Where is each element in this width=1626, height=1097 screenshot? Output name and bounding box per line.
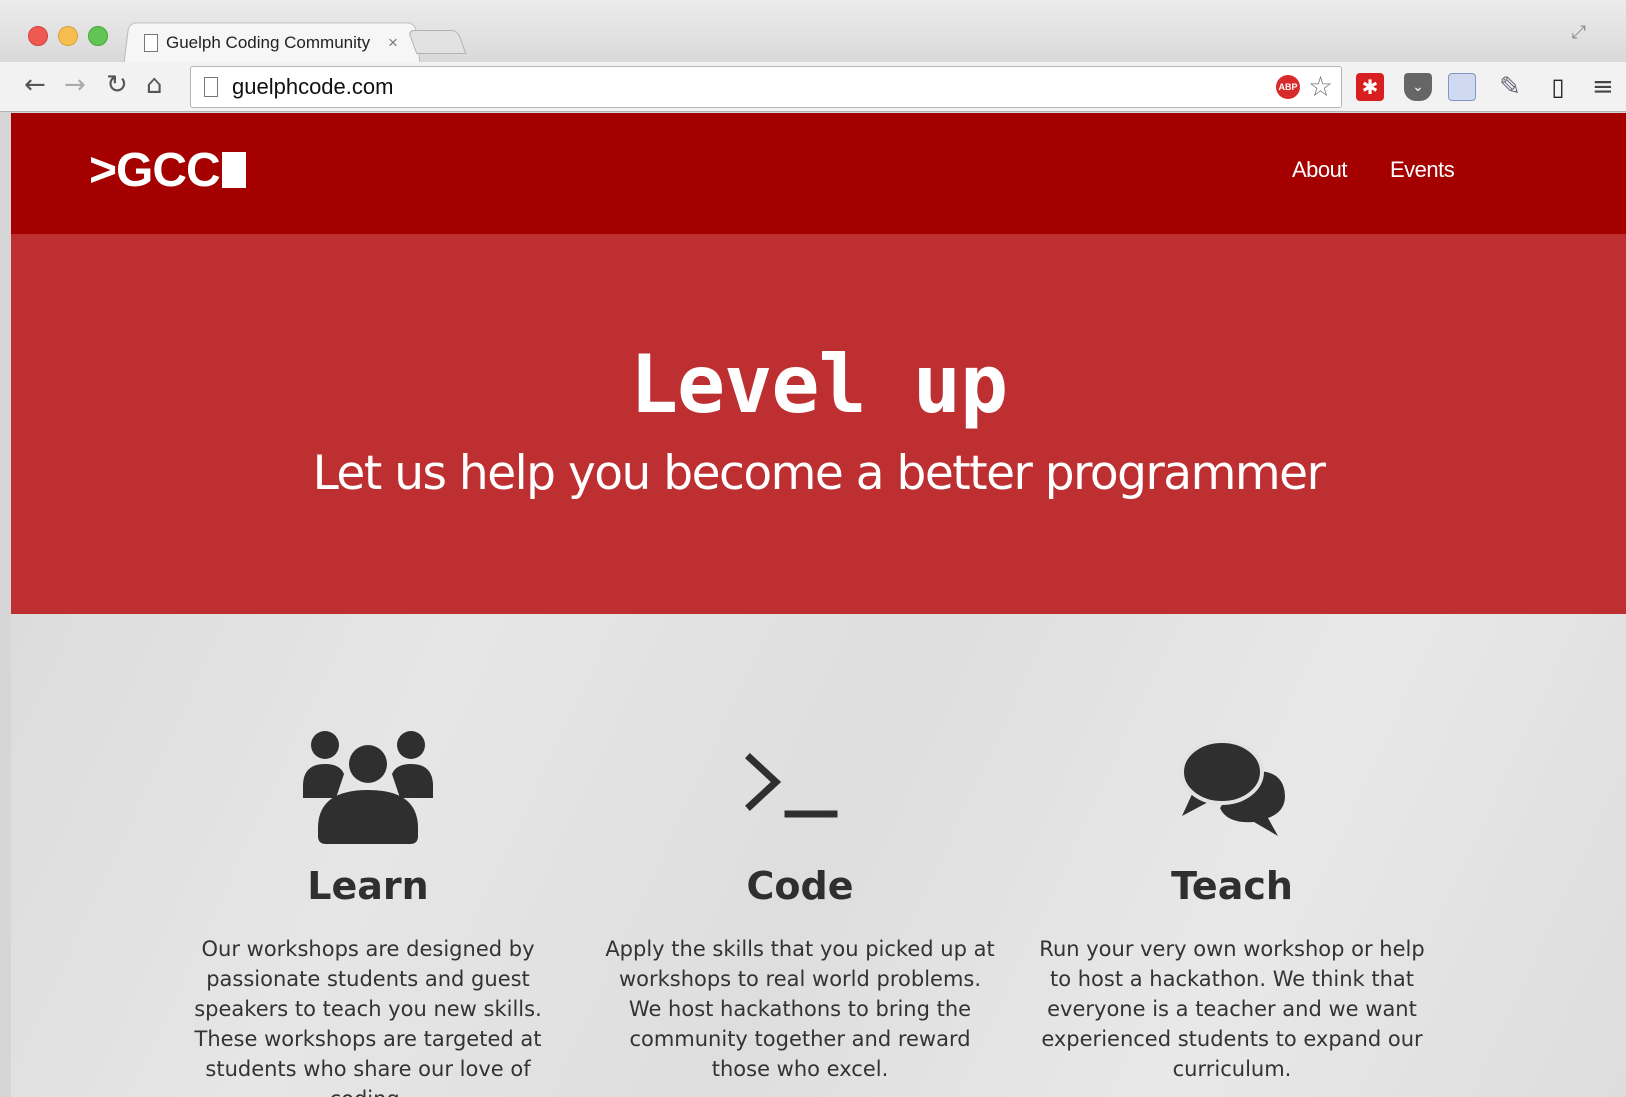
tab-close-icon[interactable]: × (388, 33, 398, 53)
pocket-icon[interactable]: ⌄ (1404, 73, 1432, 101)
reload-icon[interactable]: ↻ (106, 68, 128, 102)
feature-description: Apply the skills that you picked up at w… (605, 937, 995, 1081)
feature-title: Learn (307, 864, 429, 908)
adblock-icon[interactable]: ABP (1276, 75, 1300, 99)
tab-title: Guelph Coding Community (166, 33, 371, 52)
feature-description: Run your very own workshop or help to ho… (1039, 937, 1425, 1081)
forward-arrow-icon[interactable]: → (64, 68, 86, 102)
bookmark-star-icon[interactable]: ☆ (1308, 70, 1333, 103)
feature-title: Teach (1171, 864, 1293, 908)
lastpass-icon[interactable]: ✱ (1356, 73, 1384, 101)
group-icon (158, 728, 578, 848)
color-picker-icon[interactable]: ✎ (1496, 73, 1524, 101)
home-icon[interactable]: ⌂ (146, 68, 163, 102)
window-minimize-button[interactable] (58, 26, 78, 46)
back-arrow-icon[interactable]: ← (24, 68, 46, 102)
hero-subtitle: Let us help you become a better programm… (312, 446, 1326, 501)
window-zoom-button[interactable] (88, 26, 108, 46)
menu-icon[interactable]: ≡ (1592, 72, 1614, 102)
url-text[interactable]: guelphcode.com (232, 72, 393, 102)
hero-title: Level up (629, 338, 1008, 431)
hero-section: Level up Let us help you become a better… (11, 234, 1626, 614)
page-viewport: >GCC About Events Level up Let us help y… (11, 113, 1626, 1097)
nav-link-events[interactable]: Events (1390, 157, 1455, 183)
chat-bubbles-icon (1022, 728, 1442, 848)
new-tab-button[interactable] (407, 30, 467, 54)
feature-description: Our workshops are designed by passionate… (194, 937, 542, 1097)
features-section: Learn Our workshops are designed by pass… (11, 614, 1626, 1097)
feature-title: Code (746, 864, 854, 908)
site-logo[interactable]: >GCC (89, 143, 246, 198)
send-to-phone-icon[interactable]: ▯ (1544, 73, 1572, 101)
browser-tab-content[interactable]: Guelph Coding Community × (144, 28, 414, 58)
page-icon (144, 34, 158, 52)
fullscreen-icon[interactable]: ⤢ (1572, 22, 1586, 43)
nav-link-about[interactable]: About (1292, 157, 1348, 183)
site-navbar: >GCC About Events (11, 113, 1626, 234)
browser-window: Guelph Coding Community × ⤢ ← → ↻ ⌂ guel… (0, 0, 1626, 1097)
page-icon (204, 77, 218, 97)
window-extension-icon[interactable] (1448, 73, 1476, 101)
logo-cursor-block (221, 152, 246, 188)
window-close-button[interactable] (28, 26, 48, 46)
terminal-prompt-icon (590, 728, 1010, 848)
logo-text: >GCC (89, 144, 221, 197)
